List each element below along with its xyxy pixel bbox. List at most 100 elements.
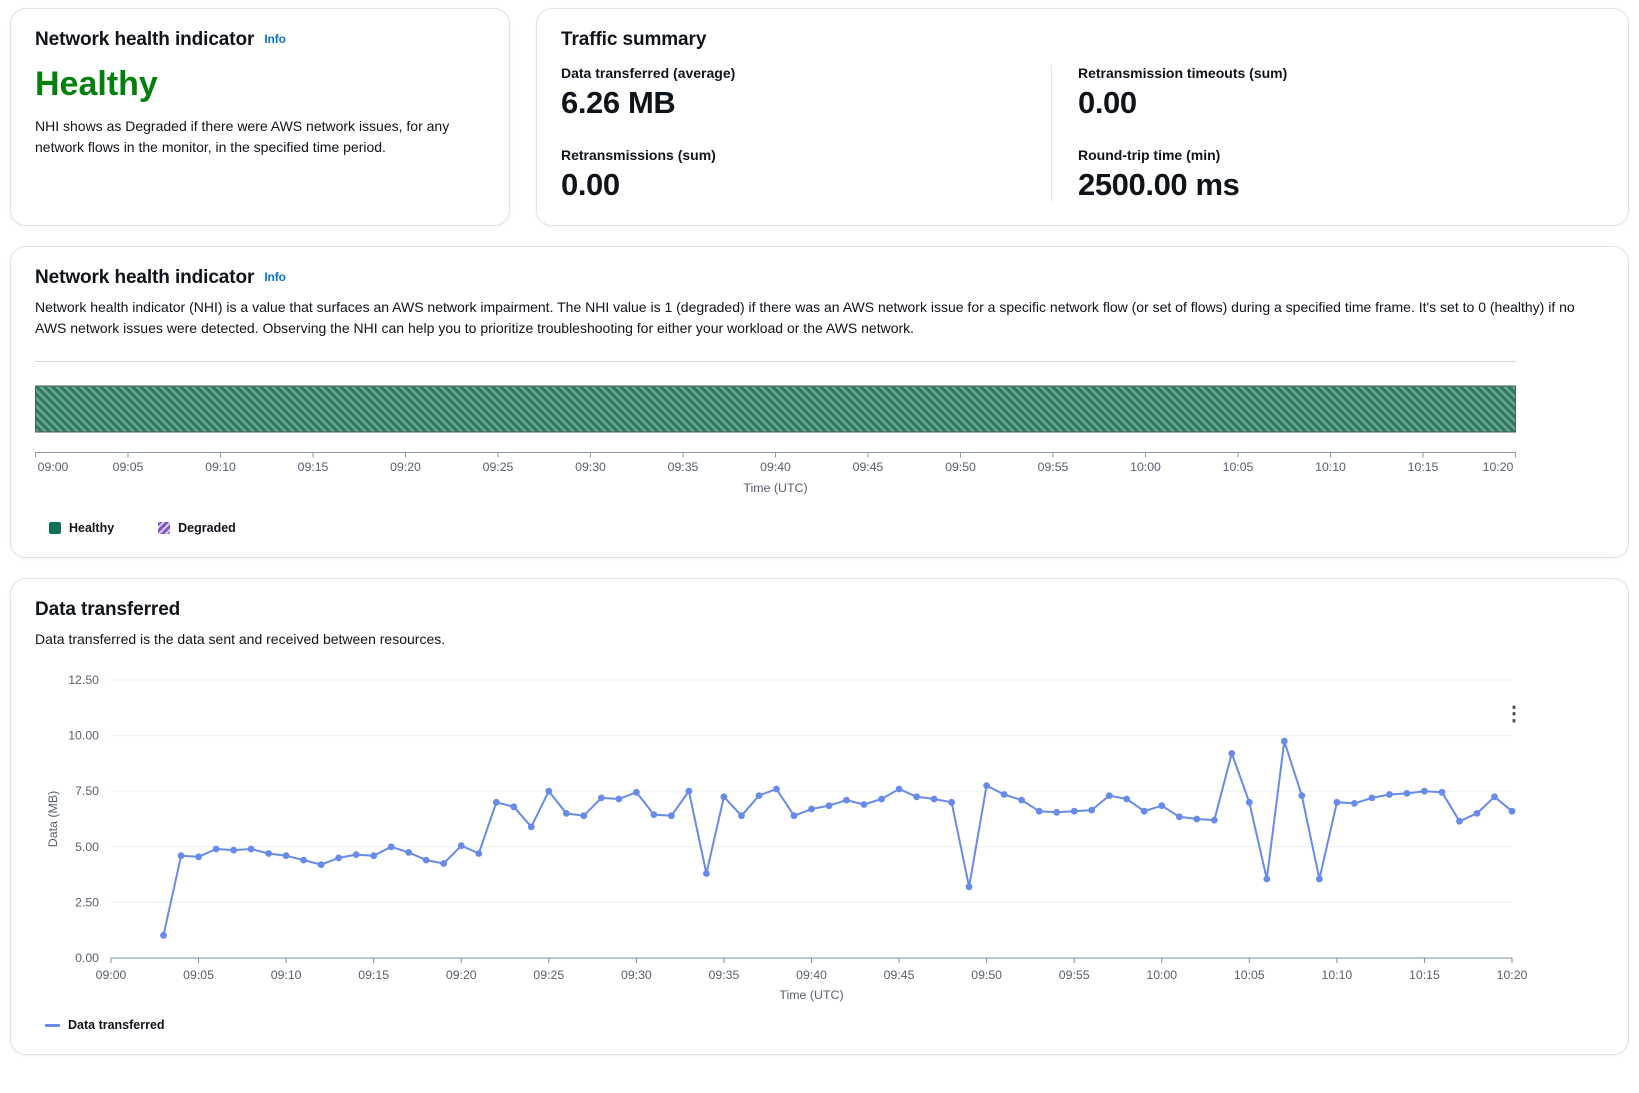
data-point[interactable] [1351,800,1358,807]
data-point[interactable] [318,861,325,868]
data-point[interactable] [1281,738,1288,745]
nhi-status-info-link[interactable]: Info [264,32,286,46]
data-point[interactable] [1211,817,1218,824]
data-point[interactable] [388,843,395,850]
data-point[interactable] [1263,876,1270,883]
data-point[interactable] [493,799,500,806]
data-point[interactable] [528,823,535,830]
data-point[interactable] [300,857,307,864]
data-point[interactable] [703,870,710,877]
data-point[interactable] [808,806,815,813]
data-point[interactable] [405,849,412,856]
data-transferred-line-chart[interactable]: 0.002.505.007.5010.0012.5009:0009:0509:1… [35,672,1604,1004]
data-point[interactable] [913,793,920,800]
data-point[interactable] [440,860,447,867]
data-point[interactable] [773,786,780,793]
data-point[interactable] [1439,789,1446,796]
data-point[interactable] [265,850,272,857]
data-point[interactable] [983,782,990,789]
metric-value: 0.00 [561,167,1051,203]
chart-options-kebab-menu-icon[interactable]: ⋮ [1498,702,1530,726]
data-point[interactable] [756,792,763,799]
data-point[interactable] [1316,876,1323,883]
data-point[interactable] [826,802,833,809]
data-point[interactable] [370,852,377,859]
data-point[interactable] [475,850,482,857]
data-point[interactable] [1193,816,1200,823]
nhi-status-card-title: Network health indicatorInfo [35,29,485,51]
data-point[interactable] [1088,807,1095,814]
nhi-timeline-info-link[interactable]: Info [264,270,286,284]
data-point[interactable] [878,796,885,803]
data-point[interactable] [283,852,290,859]
data-point[interactable] [1018,797,1025,804]
legend-item-data-transferred[interactable]: Data transferred [45,1018,165,1032]
data-point[interactable] [721,793,728,800]
data-point[interactable] [1228,750,1235,757]
svg-text:09:10: 09:10 [205,460,236,474]
data-point[interactable] [1071,808,1078,815]
data-point[interactable] [195,853,202,860]
data-point[interactable] [1491,793,1498,800]
legend-item-healthy[interactable]: Healthy [49,521,114,535]
data-point[interactable] [948,799,955,806]
legend-item-degraded[interactable]: Degraded [158,521,236,535]
data-point[interactable] [353,851,360,858]
data-point[interactable] [1334,799,1341,806]
data-point[interactable] [335,855,342,862]
metric-value: 6.26 MB [561,85,1051,121]
data-point[interactable] [1053,809,1060,816]
data-point[interactable] [213,846,220,853]
data-point[interactable] [1246,799,1253,806]
data-point[interactable] [843,797,850,804]
data-point[interactable] [686,788,693,795]
data-point[interactable] [861,801,868,808]
data-point[interactable] [1106,792,1113,799]
data-point[interactable] [1456,818,1463,825]
data-point[interactable] [1509,808,1516,815]
svg-text:09:15: 09:15 [298,460,329,474]
svg-text:10:10: 10:10 [1315,460,1346,474]
svg-text:09:05: 09:05 [183,968,214,982]
data-point[interactable] [1158,802,1165,809]
data-point[interactable] [1298,792,1305,799]
data-point[interactable] [178,852,185,859]
healthy-status-bar[interactable] [36,386,1516,432]
data-point[interactable] [791,812,798,819]
metric-value: 2500.00 ms [1078,167,1604,203]
data-point[interactable] [896,786,903,793]
data-point[interactable] [160,932,167,939]
data-point[interactable] [633,789,640,796]
data-point[interactable] [1001,791,1008,798]
data-point[interactable] [651,811,658,818]
data-point[interactable] [931,796,938,803]
data-point[interactable] [458,842,465,849]
data-point[interactable] [580,812,587,819]
data-point[interactable] [1176,813,1183,820]
data-transferred-line[interactable] [164,741,1513,935]
data-point[interactable] [510,803,517,810]
data-point[interactable] [1141,808,1148,815]
data-point[interactable] [1421,788,1428,795]
data-point[interactable] [563,810,570,817]
data-point[interactable] [1404,790,1411,797]
data-transferred-title-text: Data transferred [35,599,180,620]
svg-text:10:15: 10:15 [1409,968,1440,982]
data-point[interactable] [545,788,552,795]
data-point[interactable] [598,795,605,802]
data-point[interactable] [668,812,675,819]
nhi-status-timeline-chart[interactable]: 09:0009:0509:1009:1509:2009:2509:3009:35… [35,361,1516,477]
svg-text:09:50: 09:50 [945,460,976,474]
data-point[interactable] [248,846,255,853]
data-point[interactable] [423,857,430,864]
data-point[interactable] [1369,795,1376,802]
data-point[interactable] [1036,808,1043,815]
data-point[interactable] [966,883,973,890]
data-point[interactable] [616,796,623,803]
data-point[interactable] [1474,810,1481,817]
data-point[interactable] [1386,791,1393,798]
data-point[interactable] [230,847,237,854]
data-point[interactable] [1123,796,1130,803]
data-point[interactable] [738,812,745,819]
nhi-chart-legend: Healthy Degraded [35,521,1604,535]
